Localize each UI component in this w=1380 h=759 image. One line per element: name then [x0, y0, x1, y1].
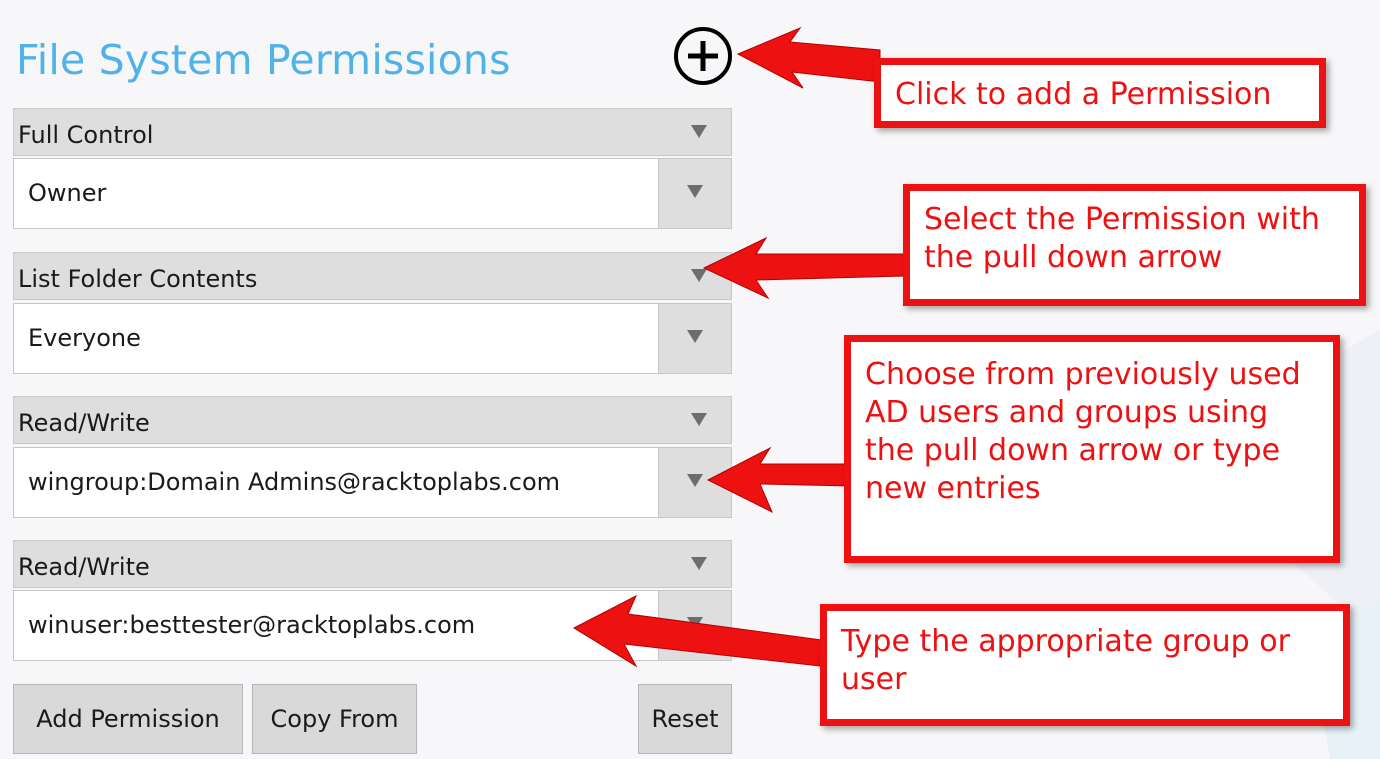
- dropdown-arrow-icon: [687, 474, 703, 487]
- dropdown-arrow-icon[interactable]: [691, 125, 707, 138]
- dropdown-arrow-icon: [687, 617, 703, 630]
- dropdown-arrow-icon[interactable]: [691, 557, 707, 570]
- permission-label: List Folder Contents: [18, 265, 258, 293]
- callout-add: Click to add a Permission: [874, 58, 1326, 128]
- add-permission-button[interactable]: Add Permission: [13, 684, 243, 754]
- reset-button[interactable]: Reset: [638, 684, 732, 754]
- permission-select[interactable]: Read/Write: [13, 540, 732, 588]
- principal-dropdown-button[interactable]: [658, 448, 731, 517]
- dropdown-arrow-icon[interactable]: [691, 269, 707, 282]
- permission-label: Read/Write: [18, 553, 150, 581]
- permission-select[interactable]: Full Control: [13, 108, 732, 156]
- page-title: File System Permissions: [16, 36, 511, 84]
- permission-label: Read/Write: [18, 409, 150, 437]
- callout-choose: Choose from previously used AD users and…: [844, 335, 1340, 563]
- principal-value[interactable]: Owner: [28, 179, 106, 207]
- permission-label: Full Control: [18, 121, 154, 149]
- copy-from-button[interactable]: Copy From: [252, 684, 417, 754]
- dropdown-arrow-icon: [687, 330, 703, 343]
- principal-dropdown-button[interactable]: [658, 304, 731, 373]
- principal-dropdown-button[interactable]: [658, 159, 731, 228]
- dropdown-arrow-icon: [687, 185, 703, 198]
- callout-select: Select the Permission with the pull down…: [903, 184, 1366, 306]
- principal-combobox[interactable]: wingroup:Domain Admins@racktoplabs.com: [13, 447, 732, 518]
- permission-select[interactable]: List Folder Contents: [13, 252, 732, 300]
- principal-value[interactable]: Everyone: [28, 324, 141, 352]
- add-permission-icon[interactable]: [672, 25, 734, 87]
- principal-value[interactable]: winuser:besttester@racktoplabs.com: [28, 611, 475, 639]
- principal-value[interactable]: wingroup:Domain Admins@racktoplabs.com: [28, 468, 560, 496]
- principal-combobox[interactable]: winuser:besttester@racktoplabs.com: [13, 590, 732, 661]
- dropdown-arrow-icon[interactable]: [691, 413, 707, 426]
- callout-type: Type the appropriate group or user: [820, 604, 1350, 726]
- permission-select[interactable]: Read/Write: [13, 396, 732, 444]
- principal-combobox[interactable]: Everyone: [13, 303, 732, 374]
- principal-combobox[interactable]: Owner: [13, 158, 732, 229]
- principal-dropdown-button[interactable]: [658, 591, 731, 660]
